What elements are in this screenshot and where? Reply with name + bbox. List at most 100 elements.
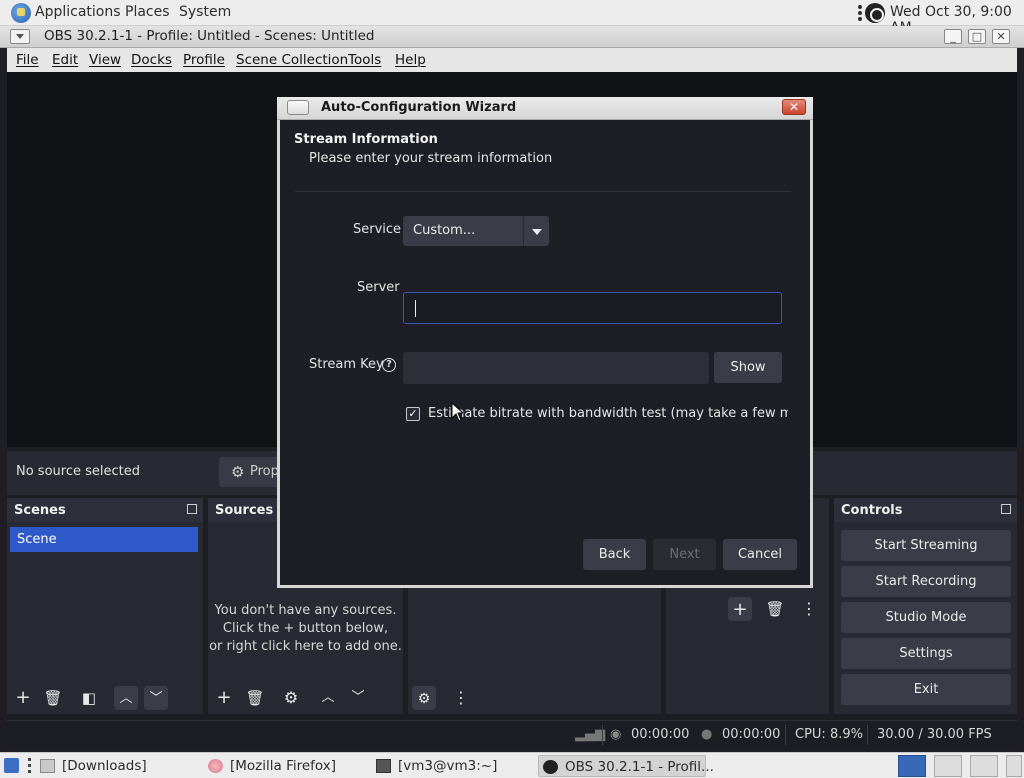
system-menu[interactable]: System — [179, 4, 231, 20]
start-recording-button[interactable]: Start Recording — [841, 566, 1011, 597]
chevron-down-icon — [532, 229, 542, 240]
undock-icon[interactable] — [187, 504, 197, 514]
menu-profile[interactable]: Profile — [183, 52, 225, 68]
maximize-button[interactable]: □ — [968, 29, 986, 44]
move-source-up-icon[interactable]: ︿ — [315, 685, 341, 711]
stream-key-input[interactable] — [403, 352, 709, 384]
mixer-menu-icon[interactable]: ⋮ — [448, 685, 474, 711]
obs-tray-icon[interactable] — [865, 3, 885, 23]
top-panel: Applications Places System Wed Oct 30, 9… — [0, 0, 1024, 36]
move-scene-down-icon[interactable]: ﹀ — [144, 686, 168, 710]
status-bar: ▂▄▆ ◉ 00:00:00 ● 00:00:00 CPU: 8.9% 30.0… — [7, 720, 1017, 748]
close-window-button[interactable]: ✕ — [992, 29, 1010, 44]
cancel-button[interactable]: Cancel — [723, 539, 797, 570]
menu-help[interactable]: Help — [395, 52, 426, 68]
bandwidth-test-label[interactable]: Estimate bitrate with bandwidth test (ma… — [428, 406, 788, 421]
undock-icon[interactable] — [1001, 504, 1011, 514]
text-caret — [415, 300, 416, 317]
settings-button[interactable]: Settings — [841, 638, 1011, 669]
transition-menu-icon[interactable]: ⋮ — [796, 596, 822, 622]
obs-menubar: File Edit View Docks Profile Scene Colle… — [7, 48, 1017, 72]
minimize-button[interactable]: _ — [944, 29, 962, 44]
folder-icon — [40, 759, 55, 773]
sources-empty-line-2: Click the + button below, — [222, 621, 389, 636]
signal-bars-icon: ▂▄▆ — [575, 727, 605, 742]
sources-empty-line-1: You don't have any sources. — [214, 603, 397, 618]
window-title: OBS 30.2.1-1 - Profile: Untitled - Scene… — [44, 28, 375, 44]
back-button[interactable]: Back — [583, 539, 646, 570]
wizard-page-title: Stream Information — [294, 132, 438, 147]
dialog-title: Auto-Configuration Wizard — [321, 100, 517, 115]
scenes-dock-header: Scenes — [7, 498, 203, 522]
remove-scene-icon[interactable]: 🗑 — [40, 685, 66, 711]
next-button[interactable]: Next — [653, 539, 716, 570]
menu-view[interactable]: View — [89, 52, 121, 68]
controls-title: Controls — [841, 503, 903, 518]
add-source-icon[interactable]: + — [211, 685, 237, 711]
stream-status-icon: ◉ — [610, 727, 622, 742]
exit-button[interactable]: Exit — [841, 674, 1011, 705]
add-transition-icon[interactable]: + — [728, 597, 752, 621]
menu-tools[interactable]: Tools — [348, 52, 381, 68]
show-key-button[interactable]: Show — [714, 352, 782, 383]
task-downloads[interactable]: [Downloads] — [36, 755, 196, 777]
move-scene-up-icon[interactable]: ︿ — [114, 686, 138, 710]
applications-menu[interactable]: Applications — [35, 4, 121, 20]
distro-logo-icon[interactable] — [11, 3, 31, 23]
no-source-label: No source selected — [16, 464, 140, 479]
scenes-title: Scenes — [14, 503, 66, 518]
move-source-down-icon[interactable]: ﹀ — [345, 685, 371, 711]
start-streaming-button[interactable]: Start Streaming — [841, 530, 1011, 561]
remove-transition-icon[interactable]: 🗑 — [762, 596, 788, 622]
bandwidth-test-checkbox[interactable]: ✓ — [406, 407, 420, 421]
menu-docks[interactable]: Docks — [131, 52, 172, 68]
task-firefox[interactable]: [Mozilla Firefox] — [204, 755, 364, 777]
cpu-usage: CPU: 8.9% — [795, 727, 863, 742]
studio-mode-button[interactable]: Studio Mode — [841, 602, 1011, 633]
menu-scene-collection[interactable]: Scene Collection — [236, 52, 348, 68]
dialog-menu-button[interactable] — [287, 100, 309, 115]
wizard-page-subtitle: Please enter your stream information — [309, 151, 553, 166]
workspace-3[interactable] — [970, 755, 998, 777]
add-scene-icon[interactable]: + — [10, 685, 36, 711]
auto-config-wizard-dialog: Auto-Configuration Wizard ✕ Stream Infor… — [277, 97, 813, 588]
menu-edit[interactable]: Edit — [52, 52, 78, 68]
workspace-1[interactable] — [898, 755, 926, 777]
task-terminal[interactable]: [vm3@vm3:~] — [372, 755, 532, 777]
sources-empty-line-3: or right click here to add one. — [209, 639, 402, 654]
source-properties-icon[interactable]: ⚙ — [278, 685, 304, 711]
scene-list-item[interactable]: Scene — [10, 527, 198, 552]
task-obs[interactable]: OBS 30.2.1-1 - Profil... — [538, 755, 714, 777]
sources-title: Sources — [215, 503, 274, 518]
remove-source-icon[interactable]: 🗑 — [242, 685, 268, 711]
service-select[interactable]: Custom... — [403, 216, 549, 246]
obs-icon — [543, 760, 558, 774]
wizard-page-header: Stream Information Please enter your str… — [283, 120, 807, 190]
dialog-close-icon[interactable]: ✕ — [782, 99, 806, 115]
fps-readout: 30.00 / 30.00 FPS — [877, 727, 992, 742]
service-label: Service — [353, 222, 402, 237]
workspace-4[interactable] — [1006, 755, 1022, 777]
window-menu-button[interactable] — [10, 29, 30, 44]
scenes-dock: Scenes Scene + 🗑 ◧ ︿ ﹀ — [7, 498, 203, 714]
scene-filters-icon[interactable]: ◧ — [76, 685, 102, 711]
server-input[interactable] — [403, 292, 782, 324]
firefox-icon — [208, 759, 223, 773]
stream-key-label: Stream Key — [309, 357, 384, 372]
properties-label: Prop — [250, 464, 279, 479]
task-obs-label: OBS 30.2.1-1 - Profil... — [565, 759, 714, 775]
task-downloads-label: [Downloads] — [62, 758, 147, 774]
taskbar: [Downloads] [Mozilla Firefox] [vm3@vm3:~… — [0, 752, 1024, 778]
obs-window-titlebar[interactable]: OBS 30.2.1-1 - Profile: Untitled - Scene… — [0, 26, 1024, 48]
workspace-2[interactable] — [934, 755, 962, 777]
mixer-settings-icon[interactable]: ⚙ — [412, 686, 436, 710]
places-menu[interactable]: Places — [125, 4, 170, 20]
sources-empty-hint[interactable]: You don't have any sources. Click the + … — [208, 602, 403, 656]
dialog-titlebar[interactable]: Auto-Configuration Wizard ✕ — [277, 97, 813, 120]
stream-time: 00:00:00 — [631, 727, 690, 742]
help-icon[interactable]: ? — [382, 358, 396, 372]
menu-file[interactable]: File — [16, 52, 39, 68]
panel-handle-icon — [858, 5, 862, 21]
show-desktop-icon[interactable] — [4, 758, 19, 773]
record-time: 00:00:00 — [722, 727, 781, 742]
